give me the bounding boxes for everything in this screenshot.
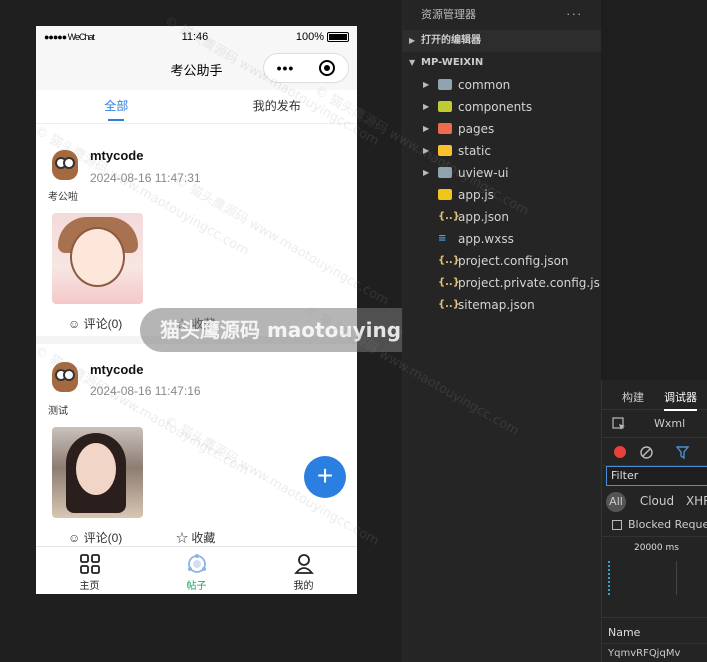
tree-item-file[interactable]: {..} project.config.json [403, 250, 601, 272]
filter-all[interactable]: All [606, 492, 626, 512]
tabbar-item-home[interactable]: 主页 [36, 547, 143, 594]
tree-item-file[interactable]: ≡ app.wxss [403, 228, 601, 250]
post-content: 考公啦 [48, 192, 78, 203]
explorer-title: 资源管理器 ··· [403, 0, 601, 30]
user-icon [293, 554, 314, 574]
status-bar: ●●●●● WeChat 11:46 100% [36, 26, 357, 48]
network-timeline: 20000 ms [602, 536, 707, 618]
navbar: 考公助手 ••• [36, 48, 357, 90]
filter-icon[interactable] [676, 446, 689, 459]
grid-icon [79, 554, 100, 574]
folder-icon [438, 167, 452, 178]
chevron-right-icon: ▶ [423, 124, 430, 133]
panel-wxml[interactable]: Wxml [654, 417, 685, 430]
more-menu-icon[interactable]: ••• [277, 60, 295, 76]
post-image[interactable] [52, 427, 143, 518]
comment-button[interactable]: ☺ 评论(0) [68, 529, 122, 546]
tree-item-file[interactable]: app.js [403, 184, 601, 206]
star-icon: ☆ [176, 531, 192, 545]
avatar [52, 362, 78, 392]
devtools-panel: 构建 调试器 Wxml Filter All Cloud XHR Blocked… [601, 380, 707, 662]
checkbox-icon [612, 520, 622, 530]
post-username: mtycode [90, 148, 144, 163]
chevron-right-icon: ▶ [423, 146, 430, 155]
request-type-filters: All Cloud XHR [606, 492, 707, 512]
timeline-label: 20000 ms [634, 543, 679, 553]
tab-my-posts[interactable]: 我的发布 [197, 90, 358, 123]
tab-debugger[interactable]: 调试器 [664, 389, 697, 411]
post-content: 测试 [48, 406, 68, 417]
json-file-icon: {..} [438, 277, 460, 288]
favorite-button[interactable]: ☆ 收藏 [176, 529, 215, 546]
folder-icon [438, 123, 452, 134]
tree-item-folder[interactable]: ▶ components [403, 96, 601, 118]
project-section[interactable]: ▼ MP-WEIXIN [403, 52, 601, 74]
comment-icon: ☺ [68, 317, 84, 331]
tabbar-label: 主页 [79, 581, 100, 592]
posts-icon [187, 554, 206, 573]
devtools-panel-bar: Wxml [602, 410, 707, 438]
folder-icon [438, 145, 452, 156]
json-file-icon: {..} [438, 211, 460, 222]
folder-icon [438, 101, 452, 112]
explorer-panel: 资源管理器 ··· ▶ 打开的编辑器 ▼ MP-WEIXIN ▶ common ▶ co… [403, 0, 601, 662]
tree-item-folder[interactable]: ▶ static [403, 140, 601, 162]
filter-xhr[interactable]: XHR [686, 494, 707, 508]
battery-icon [326, 32, 349, 43]
folder-icon [438, 79, 452, 90]
tab-all[interactable]: 全部 [36, 90, 197, 123]
post-tabs: 全部 我的发布 [36, 90, 357, 124]
blocked-requests-toggle[interactable]: Blocked Reque [612, 518, 707, 531]
post-time: 2024-08-16 11:47:31 [90, 171, 201, 185]
chevron-right-icon: ▶ [423, 102, 430, 111]
json-file-icon: {..} [438, 299, 460, 310]
add-post-button[interactable]: + [304, 456, 346, 498]
name-column-header[interactable]: Name [602, 622, 707, 644]
tabbar: 主页 帖子 我的 [36, 546, 357, 594]
chevron-right-icon: ▶ [423, 80, 430, 89]
open-editors-section[interactable]: ▶ 打开的编辑器 [403, 30, 601, 52]
css-file-icon: ≡ [438, 233, 447, 244]
battery-indicator: 100% [296, 31, 349, 43]
close-miniprogram-icon[interactable] [319, 60, 336, 76]
tab-build[interactable]: 构建 [622, 389, 644, 405]
record-icon[interactable] [614, 446, 626, 458]
inspect-icon[interactable] [612, 417, 626, 431]
tabbar-label: 我的 [293, 581, 314, 592]
network-toolbar [602, 438, 707, 466]
tabbar-item-posts[interactable]: 帖子 [143, 547, 250, 594]
more-actions-icon[interactable]: ··· [567, 0, 584, 30]
owl-avatar-icon [52, 362, 78, 392]
filter-input[interactable]: Filter [606, 466, 707, 486]
page-title: 考公助手 [170, 62, 223, 78]
request-row[interactable]: YqmvRFQjqMv [608, 648, 680, 659]
chevron-right-icon: ▶ [423, 168, 430, 177]
devtools-tabs: 构建 调试器 [602, 380, 707, 411]
chevron-right-icon: ▶ [409, 36, 416, 45]
tree-item-file[interactable]: {..} app.json [403, 206, 601, 228]
tree-item-file[interactable]: {..} sitemap.json [403, 294, 601, 316]
owl-avatar-icon [52, 150, 78, 180]
tree-item-folder[interactable]: ▶ pages [403, 118, 601, 140]
comment-icon: ☺ [68, 531, 84, 545]
status-time: 11:46 [181, 31, 209, 43]
miniprogram-capsule: ••• [263, 53, 349, 83]
tree-item-folder[interactable]: ▶ uview-ui [403, 162, 601, 184]
comment-button[interactable]: ☺ 评论(0) [68, 315, 122, 332]
clear-icon[interactable] [640, 446, 653, 459]
chevron-down-icon: ▼ [409, 58, 416, 67]
signal-indicator: ●●●●● WeChat [44, 32, 95, 42]
tree-item-folder[interactable]: ▶ common [403, 74, 601, 96]
tabbar-item-me[interactable]: 我的 [250, 547, 357, 594]
json-file-icon: {..} [438, 255, 460, 266]
post-image[interactable] [52, 213, 143, 304]
js-file-icon [438, 189, 452, 200]
tree-item-file[interactable]: {..} project.private.config.js... [403, 272, 601, 294]
avatar [52, 150, 78, 180]
tabbar-label: 帖子 [186, 581, 207, 592]
filter-cloud[interactable]: Cloud [640, 494, 674, 508]
post-username: mtycode [90, 362, 144, 377]
post-time: 2024-08-16 11:47:16 [90, 384, 201, 398]
